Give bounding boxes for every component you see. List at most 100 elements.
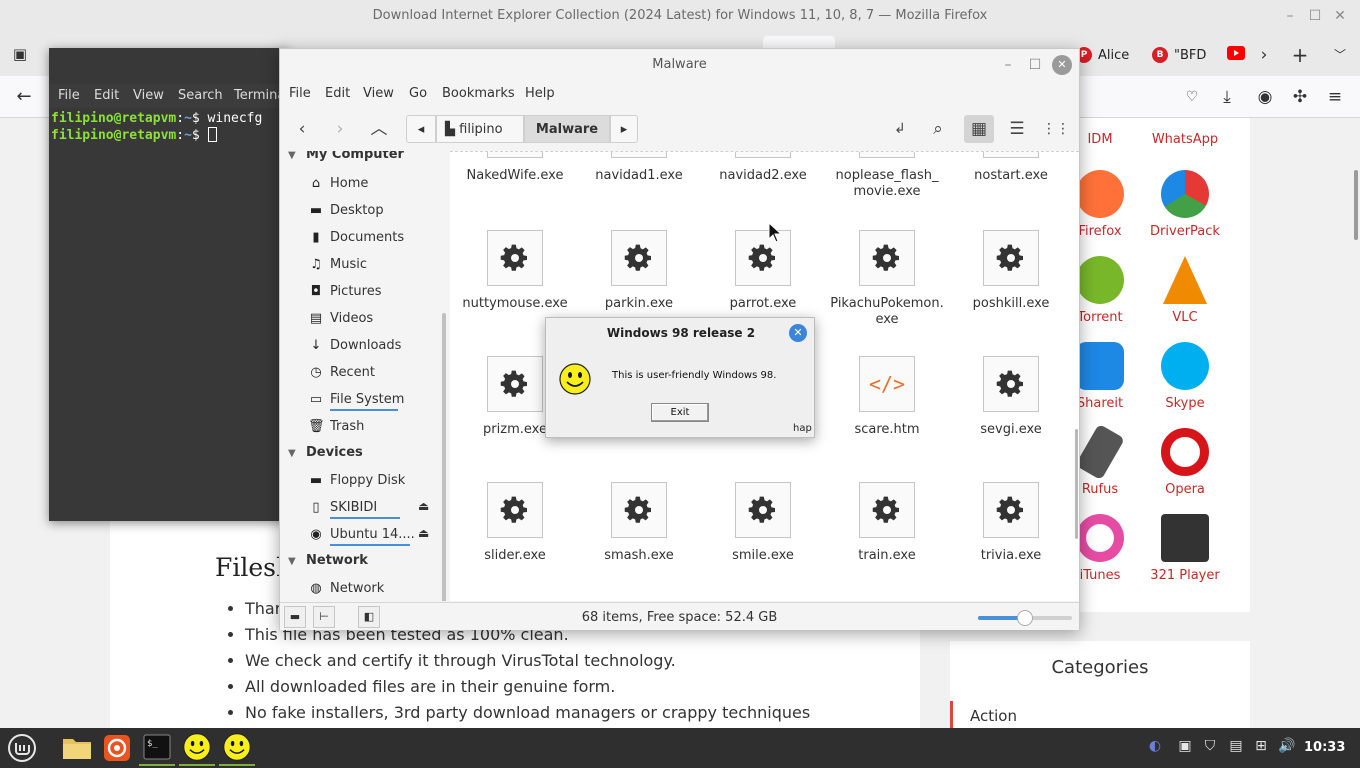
file-manager-titlebar[interactable]: Malware – ☐ ✕ <box>280 49 1079 81</box>
sidebar-item-desktop[interactable]: ▬ Desktop <box>308 199 384 221</box>
mint-menu-icon[interactable] <box>4 730 40 766</box>
sidebar-item-videos[interactable]: ▤ Videos <box>308 307 373 329</box>
up-button[interactable]: ︿ <box>364 115 394 143</box>
terminal-menu-edit[interactable]: Edit <box>94 88 119 103</box>
breadcrumb-current[interactable]: Malware <box>524 115 610 143</box>
firefox-taskbar-button[interactable] <box>99 730 135 766</box>
menu-edit[interactable]: Edit <box>325 86 350 101</box>
file-item[interactable]: noplease_flash_ movie.exe <box>828 152 946 200</box>
shield-icon[interactable]: ⛉ <box>1201 738 1219 754</box>
clock[interactable]: 10:33 <box>1304 740 1345 755</box>
breadcrumb-right-arrow[interactable]: ▸ <box>610 115 638 143</box>
sidebar-item-floppy[interactable]: ▬ Floppy Disk <box>308 469 405 491</box>
app-321player[interactable]: 321 Player <box>1146 514 1224 583</box>
terminal-taskbar-button[interactable]: $_ <box>139 730 175 766</box>
forward-button[interactable]: › <box>325 115 355 143</box>
app-driverpack[interactable]: DriverPack <box>1146 170 1224 239</box>
location-toggle-icon[interactable]: ↲ <box>885 115 915 143</box>
maximize-icon[interactable]: ☐ <box>1025 55 1045 75</box>
smiley-taskbar-button[interactable] <box>179 730 215 766</box>
breadcrumb-left-arrow[interactable]: ◂ <box>406 115 436 143</box>
file-item[interactable]: PikachuPokemon. exe <box>828 230 946 328</box>
back-button[interactable]: ‹ <box>287 115 317 143</box>
notes-tray-icon[interactable]: ▤ <box>1227 738 1245 754</box>
windows98-dialog[interactable]: Windows 98 release 2 ✕ This is user-frie… <box>545 317 815 438</box>
maximize-icon[interactable]: ☐ <box>1305 6 1325 26</box>
new-tab-icon[interactable]: + <box>1288 43 1312 67</box>
sidebar-item-music[interactable]: ♫ Music <box>308 253 367 275</box>
tab-alice[interactable]: P Alice <box>1076 42 1129 68</box>
terminal-window[interactable]: File Edit View Search Termina filipino@r… <box>49 48 289 521</box>
file-item[interactable]: train.exe <box>828 482 946 564</box>
app-vlc[interactable]: VLC <box>1146 256 1224 325</box>
file-item[interactable]: smile.exe <box>704 482 822 564</box>
menu-view[interactable]: View <box>363 86 394 101</box>
back-icon[interactable]: ← <box>12 85 36 109</box>
file-item[interactable]: slider.exe <box>456 482 574 564</box>
app-skype[interactable]: Skype <box>1146 342 1224 411</box>
clipboard-tray-icon[interactable]: ▣ <box>1176 738 1194 754</box>
file-item[interactable]: parkin.exe <box>580 230 698 312</box>
page-scrollbar[interactable] <box>1354 170 1358 240</box>
tab-overview-icon[interactable]: ▣ <box>8 42 32 66</box>
zoom-slider-handle[interactable] <box>1017 610 1033 626</box>
sidebar-item-pictures[interactable]: ◘ Pictures <box>308 280 382 302</box>
terminal-menu-file[interactable]: File <box>58 88 80 103</box>
sidebar-header-my-computer[interactable]: ▼ My Computer <box>288 151 404 162</box>
sidebar-item-network[interactable]: ◍ Network <box>308 577 384 599</box>
tab-bfd[interactable]: B "BFD <box>1152 42 1206 68</box>
sidebar-header-network[interactable]: ▼ Network <box>288 553 368 568</box>
sidebar-item-skibidi[interactable]: ▯ SKIBIDI <box>308 496 377 518</box>
pocket-icon[interactable]: ♡ <box>1180 85 1204 109</box>
terminal-output[interactable]: filipino@retapvm:~$ winecfg filipino@ret… <box>51 110 262 144</box>
volume-icon[interactable]: 🔊 <box>1278 738 1296 754</box>
file-item[interactable]: smash.exe <box>580 482 698 564</box>
zoom-slider[interactable] <box>978 610 1072 626</box>
file-item[interactable]: navidad2.exe <box>704 152 822 184</box>
chevron-down-icon[interactable]: ﹀ <box>1328 43 1352 67</box>
close-icon[interactable]: ✕ <box>789 324 807 342</box>
download-icon[interactable]: ⤓ <box>1215 85 1239 109</box>
file-item[interactable]: nuttymouse.exe <box>456 230 574 312</box>
sidebar-item-recent[interactable]: ◷ Recent <box>308 361 375 383</box>
extensions-icon[interactable]: ✣ <box>1288 85 1312 109</box>
sidebar-header-devices[interactable]: ▼ Devices <box>288 445 363 460</box>
youtube-icon[interactable] <box>1224 43 1248 67</box>
menu-go[interactable]: Go <box>409 86 427 101</box>
hamburger-menu-icon[interactable]: ≡ <box>1323 85 1347 109</box>
category-action-link[interactable]: Action <box>950 701 1250 731</box>
close-icon[interactable]: ✕ <box>1052 55 1072 75</box>
terminal-menu-search[interactable]: Search <box>178 88 223 103</box>
file-item[interactable]: </> scare.htm <box>828 356 946 438</box>
app-opera[interactable]: Opera <box>1146 428 1224 497</box>
compact-view-button[interactable]: ⋮⋮ <box>1041 115 1071 143</box>
breadcrumb-home[interactable]: ▙ filipino <box>436 115 524 143</box>
sidebar-item-trash[interactable]: 🗑 Trash <box>308 415 364 437</box>
file-item[interactable]: navidad1.exe <box>580 152 698 184</box>
menu-help[interactable]: Help <box>525 86 555 101</box>
file-item[interactable]: parrot.exe <box>704 230 822 312</box>
account-icon[interactable]: ◉ <box>1253 85 1277 109</box>
close-icon[interactable]: ✕ <box>1330 6 1350 26</box>
file-item[interactable]: trivia.exe <box>952 482 1070 564</box>
sidebar-item-home[interactable]: ⌂ Home <box>308 172 369 194</box>
icon-view-button[interactable]: ▦ <box>964 115 994 143</box>
list-view-button[interactable]: ☰ <box>1002 115 1032 143</box>
sidebar-item-documents[interactable]: ▮ Documents <box>308 226 404 248</box>
file-item[interactable]: sevgi.exe <box>952 356 1070 438</box>
network-icon[interactable]: ⊞ <box>1252 738 1270 754</box>
minimize-icon[interactable]: – <box>998 55 1018 75</box>
sidebar-item-downloads[interactable]: ↓ Downloads <box>308 334 402 356</box>
sidebar-scrollbar[interactable] <box>442 313 446 601</box>
file-item[interactable]: poshkill.exe <box>952 230 1070 312</box>
search-icon[interactable]: ⌕ <box>923 115 953 143</box>
menu-file[interactable]: File <box>289 86 311 101</box>
tab-scroll-right-icon[interactable]: › <box>1252 43 1276 67</box>
smiley-taskbar-button[interactable] <box>219 730 255 766</box>
file-item[interactable]: NakedWife.exe <box>456 152 574 184</box>
app-whatsapp[interactable]: WhatsApp <box>1146 114 1224 147</box>
terminal-menu-terminal[interactable]: Termina <box>234 88 285 103</box>
exit-button[interactable]: Exit <box>651 403 709 422</box>
file-grid-scrollbar[interactable] <box>1075 429 1078 539</box>
files-taskbar-button[interactable] <box>59 730 95 766</box>
